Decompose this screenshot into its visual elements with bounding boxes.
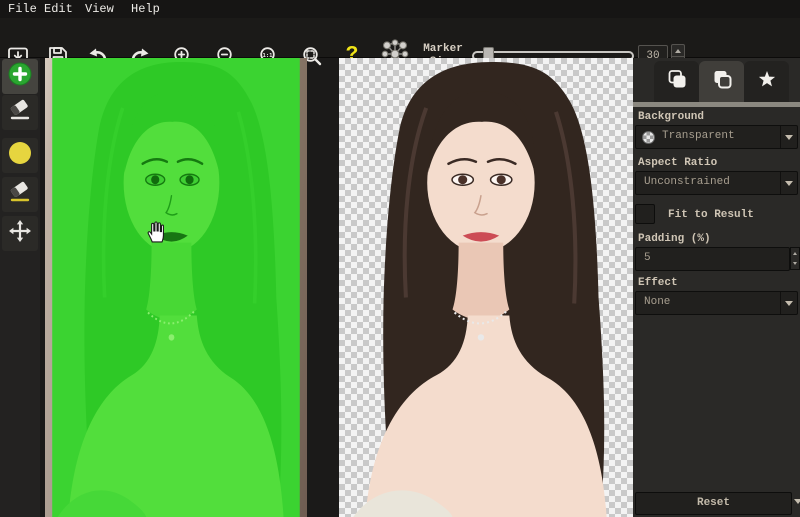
add-background-marker-tool[interactable]	[2, 138, 38, 173]
menu-bar: File Edit View Help	[0, 0, 800, 18]
background-label: Background	[638, 111, 704, 123]
layers-outline-icon	[711, 68, 733, 95]
layers-filled-icon	[666, 68, 688, 95]
aspect-ratio-dropdown-arrow[interactable]	[780, 172, 797, 194]
pan-tool[interactable]	[2, 216, 38, 251]
padding-stepper	[790, 247, 800, 270]
padding-step-down[interactable]	[791, 258, 799, 268]
chevron-down-icon	[793, 262, 797, 265]
aspect-ratio-dropdown[interactable]: Unconstrained	[635, 171, 798, 195]
image-matting-app-window: File Edit View Help 1:1 ?	[0, 0, 800, 517]
tool-sidebar	[0, 58, 40, 517]
padding-step-up[interactable]	[791, 248, 799, 258]
effect-dropdown-arrow[interactable]	[780, 292, 797, 314]
background-dropdown-value: Transparent	[662, 130, 735, 142]
chevron-down-icon	[785, 181, 793, 186]
masked-portrait-graphic	[45, 58, 307, 517]
add-foreground-marker-tool[interactable]	[2, 59, 38, 94]
tab-layers-outline[interactable]	[699, 61, 744, 102]
fit-to-result-label: Fit to Result	[668, 209, 754, 221]
settings-panel: Background Transparent Aspect Ratio Unco…	[633, 58, 800, 517]
erase-foreground-marker-tool[interactable]	[2, 95, 38, 130]
result-portrait-graphic	[339, 58, 633, 517]
marker-size-step-up[interactable]	[672, 45, 684, 56]
chevron-down-icon	[785, 135, 793, 140]
green-plus-circle-icon	[7, 61, 33, 92]
eraser-icon	[8, 98, 32, 127]
tab-favorites[interactable]	[744, 61, 789, 102]
fit-to-result-checkbox[interactable]	[635, 204, 655, 224]
yellow-circle-icon	[7, 140, 33, 171]
aspect-ratio-label: Aspect Ratio	[638, 157, 717, 169]
reset-dropdown-arrow[interactable]	[794, 499, 800, 504]
menu-file[interactable]: File	[8, 2, 37, 16]
transparent-swatch-icon	[642, 131, 655, 144]
erase-background-marker-tool[interactable]	[2, 177, 38, 212]
tab-layers-filled[interactable]	[654, 61, 699, 102]
effect-label: Effect	[638, 277, 678, 289]
source-image-with-mask[interactable]	[45, 58, 307, 517]
padding-input[interactable]: 5	[635, 247, 790, 271]
move-arrows-icon	[8, 219, 32, 248]
chevron-up-icon	[793, 252, 797, 255]
eraser-yellow-icon	[8, 180, 32, 209]
background-dropdown-arrow[interactable]	[780, 126, 797, 148]
toolbar: 1:1 ? Marker Size 30	[0, 18, 800, 58]
padding-value: 5	[644, 252, 651, 264]
chevron-down-icon	[785, 301, 793, 306]
chevron-up-icon	[675, 49, 681, 53]
result-image-transparent-background[interactable]	[339, 58, 633, 517]
menu-help[interactable]: Help	[131, 2, 160, 16]
padding-label: Padding (%)	[638, 233, 711, 245]
menu-edit[interactable]: Edit	[44, 2, 73, 16]
reset-button[interactable]: Reset	[635, 492, 792, 515]
effect-dropdown[interactable]: None	[635, 291, 798, 315]
menu-view[interactable]: View	[85, 2, 114, 16]
aspect-ratio-dropdown-value: Unconstrained	[644, 176, 730, 188]
panel-separator	[633, 102, 800, 107]
star-icon	[756, 68, 778, 95]
background-dropdown[interactable]: Transparent	[635, 125, 798, 149]
effect-dropdown-value: None	[644, 296, 670, 308]
